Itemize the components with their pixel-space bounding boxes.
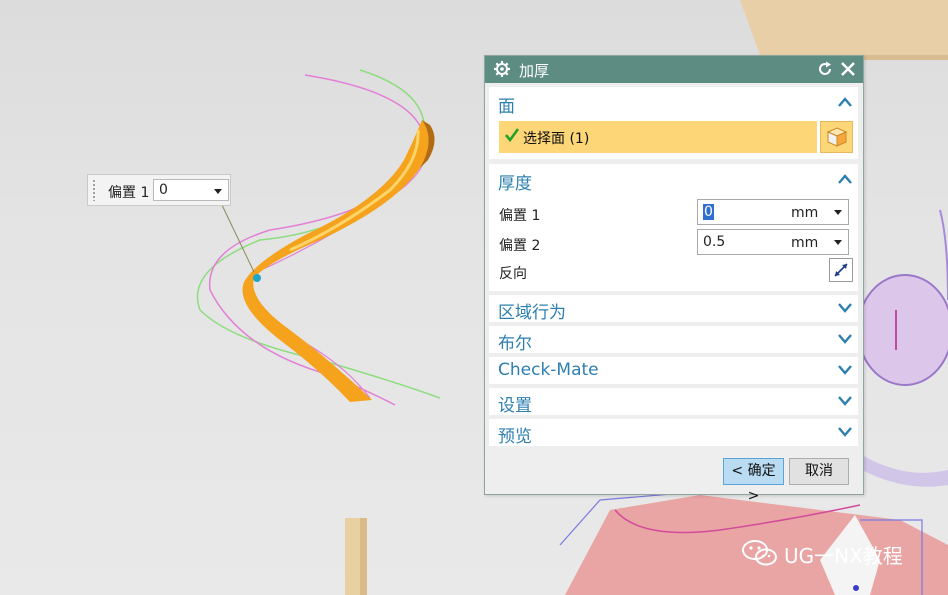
offset1-unit: mm	[791, 205, 819, 221]
tan-solid-block	[740, 0, 948, 55]
cancel-button[interactable]: 取消	[789, 458, 849, 485]
wechat-icon	[742, 540, 777, 566]
face-group-title[interactable]: 面	[498, 92, 515, 117]
thickness-group-title[interactable]: 厚度	[498, 169, 532, 194]
checkmark-icon	[505, 128, 519, 142]
purple-wire-band	[862, 455, 948, 487]
purple-sphere-part	[857, 274, 948, 386]
dropdown-arrow-icon[interactable]	[834, 240, 842, 245]
watermark-text: UG一NX教程	[784, 544, 903, 568]
close-icon[interactable]	[840, 61, 856, 77]
offset1-label: 偏置 1	[499, 208, 541, 224]
region-behavior-title: 区域行为	[498, 303, 566, 323]
select-face-label: 选择面 (1)	[523, 131, 590, 147]
thickened-ribbon	[242, 120, 429, 402]
offset2-value: 0.5	[703, 234, 726, 250]
wood-cylinder-shade	[360, 518, 367, 595]
thicken-dialog: 加厚 面 选择面 (1) 厚度 偏置 1 0 mm 偏置 2 0.5 mm 反向…	[484, 55, 864, 504]
face-selection-button[interactable]	[820, 121, 853, 153]
blue-point-marker	[853, 585, 859, 591]
dropdown-arrow-icon[interactable]	[214, 189, 222, 194]
reverse-label: 反向	[499, 266, 527, 282]
onscreen-offset-label: 偏置 1	[108, 185, 150, 201]
preview-group[interactable]: 预览	[489, 419, 858, 447]
boolean-group[interactable]: 布尔	[489, 326, 858, 354]
chevron-down-icon[interactable]	[838, 395, 852, 407]
offset2-field[interactable]: 0.5 mm	[697, 229, 849, 255]
settings-title: 设置	[498, 396, 532, 416]
chevron-down-icon[interactable]	[838, 302, 852, 314]
preview-title: 预览	[498, 427, 532, 447]
region-behavior-group[interactable]: 区域行为	[489, 295, 858, 323]
ok-button[interactable]: < 确定 >	[723, 458, 784, 504]
purple-wire-edge	[939, 209, 948, 301]
offset2-label: 偏置 2	[499, 238, 541, 254]
reverse-direction-button[interactable]	[829, 258, 853, 282]
onscreen-offset-value: 0	[159, 182, 168, 198]
offset-handle[interactable]	[253, 274, 261, 282]
offset1-value: 0	[703, 204, 714, 220]
dialog-title: 加厚	[519, 62, 550, 80]
chevron-up-icon[interactable]	[838, 173, 852, 185]
offset1-field[interactable]: 0 mm	[697, 199, 849, 225]
boolean-title: 布尔	[498, 334, 532, 354]
drag-grip-icon[interactable]	[92, 179, 96, 201]
check-mate-group[interactable]: Check-Mate	[489, 357, 858, 384]
settings-group[interactable]: 设置	[489, 388, 858, 416]
chevron-up-icon[interactable]	[838, 96, 852, 108]
select-face-row[interactable]: 选择面 (1)	[499, 121, 817, 153]
chevron-down-icon[interactable]	[838, 364, 852, 376]
cube-icon	[827, 127, 847, 147]
thickness-group: 厚度 偏置 1 0 mm 偏置 2 0.5 mm 反向	[489, 164, 858, 291]
dialog-titlebar[interactable]: 加厚	[485, 56, 863, 83]
reverse-direction-icon	[834, 263, 848, 277]
chevron-down-icon[interactable]	[838, 426, 852, 438]
reset-icon[interactable]	[817, 61, 833, 77]
check-mate-title: Check-Mate	[498, 360, 599, 380]
chevron-down-icon[interactable]	[838, 333, 852, 345]
onscreen-offset-input[interactable]: 偏置 1 0	[87, 174, 231, 206]
dropdown-arrow-icon[interactable]	[834, 210, 842, 215]
gear-icon	[494, 61, 510, 77]
onscreen-offset-field[interactable]: 0	[153, 179, 229, 201]
face-group: 面 选择面 (1)	[489, 87, 858, 159]
offset2-unit: mm	[791, 235, 819, 251]
